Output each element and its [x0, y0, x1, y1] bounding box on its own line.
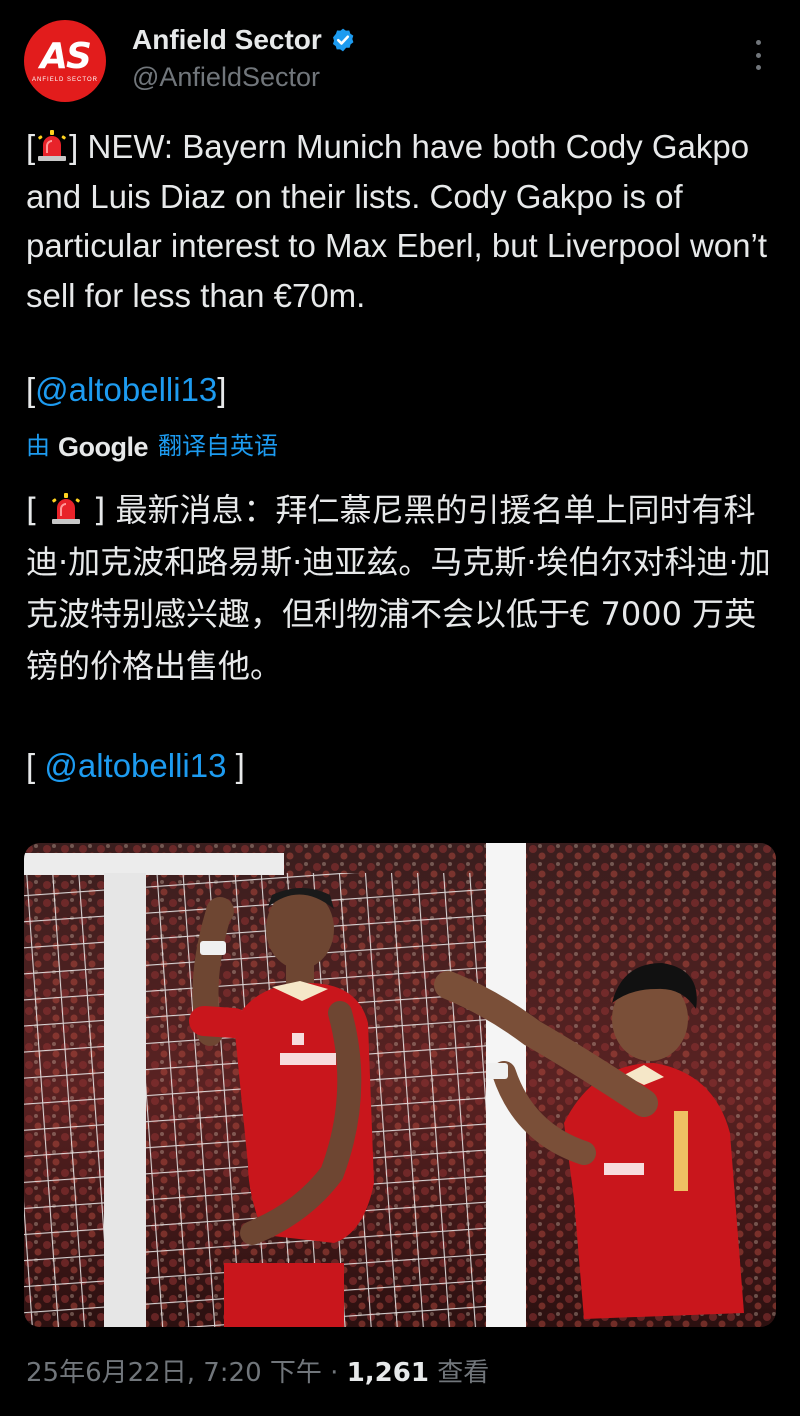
bracket: [	[26, 128, 36, 165]
mention-link[interactable]: @altobelli13	[44, 747, 226, 784]
tweet-text: [] NEW: Bayern Munich have both Cody Gak…	[26, 122, 786, 320]
bracket: [	[26, 371, 36, 408]
bracket: [	[26, 491, 39, 529]
translated-by-label: 由	[26, 433, 50, 460]
display-name[interactable]: Anfield Sector	[132, 24, 322, 56]
avatar-subtext: ANFIELD SECTOR	[32, 77, 98, 83]
avatar-monogram: AS	[40, 36, 92, 77]
google-logo: Google	[58, 432, 149, 462]
translated-from-label[interactable]: 翻译自英语	[158, 430, 278, 464]
timestamp[interactable]: 25年6月22日, 7:20 下午	[26, 1358, 322, 1388]
more-dot	[755, 52, 761, 58]
translated-mention-line: [ @altobelli13 ]	[26, 742, 245, 790]
police-light-emoji-icon	[38, 130, 67, 161]
tweet-body: ] NEW: Bayern Munich have both Cody Gakp…	[26, 128, 768, 314]
mention-link[interactable]: @altobelli13	[35, 371, 217, 408]
avatar[interactable]: AS ANFIELD SECTOR	[24, 20, 106, 102]
bracket: [	[26, 747, 45, 784]
translation-attribution[interactable]: 由 Google 翻译自英语	[26, 430, 278, 464]
source-mention-line: [@altobelli13]	[26, 366, 226, 414]
photo-illustration	[24, 843, 776, 1327]
separator: ·	[321, 1358, 347, 1388]
tweet-meta: 25年6月22日, 7:20 下午 · 1,261 查看	[26, 1352, 489, 1389]
views-label: 查看	[428, 1358, 490, 1388]
translated-text: [ ] 最新消息：拜仁慕尼黑的引援名单上同时有科迪·加克波和路易斯·迪亚兹。马克…	[26, 484, 786, 692]
bracket: ]	[217, 371, 227, 408]
verified-badge-icon	[332, 28, 354, 52]
bracket: ]	[226, 747, 245, 784]
police-light-emoji-icon	[51, 493, 80, 524]
author-name-row[interactable]: Anfield Sector	[132, 24, 356, 56]
translated-body: ] 最新消息：拜仁慕尼黑的引援名单上同时有科迪·加克波和路易斯·迪亚兹。马克斯·…	[26, 491, 771, 685]
author-handle[interactable]: @AnfieldSector	[132, 62, 320, 93]
tweet-photo[interactable]	[24, 843, 776, 1327]
views-count: 1,261	[346, 1358, 429, 1388]
more-dot	[755, 65, 761, 70]
more-dot	[755, 40, 761, 45]
more-options-icon[interactable]	[746, 40, 770, 70]
